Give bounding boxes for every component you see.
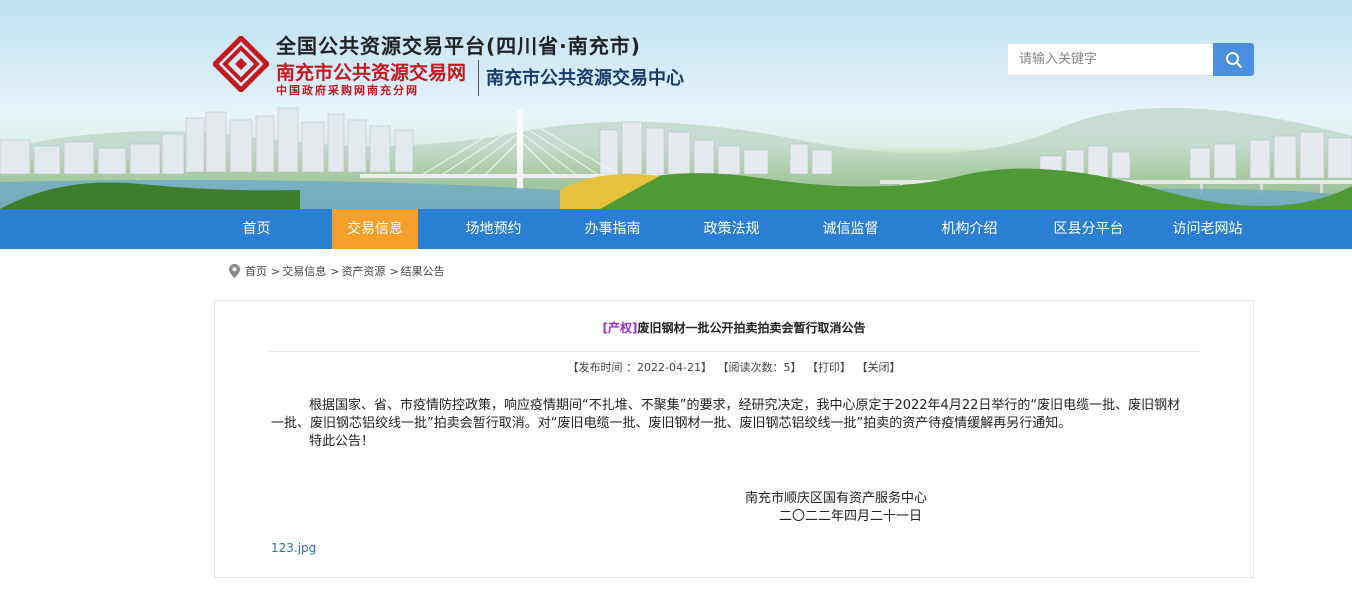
breadcrumb: 首页 > 交易信息 > 资产资源 > 结果公告 — [229, 262, 445, 280]
breadcrumb-home[interactable]: 首页 — [245, 263, 267, 279]
breadcrumb-asset-resources[interactable]: 资产资源 — [341, 263, 385, 279]
breadcrumb-trade-info[interactable]: 交易信息 — [282, 263, 326, 279]
nav-item-venue-booking[interactable]: 场地预约 — [434, 209, 553, 249]
nav-item-policy[interactable]: 政策法规 — [672, 209, 791, 249]
article-title: [产权]废旧钢材一批公开拍卖拍卖会暂行取消公告 — [215, 319, 1253, 336]
article-title-text: 废旧钢材一批公开拍卖拍卖会暂行取消公告 — [637, 321, 866, 335]
breadcrumb-separator: > — [271, 264, 281, 278]
view-count: 【阅读次数：5】 — [717, 361, 802, 374]
nanchong-logo-icon — [213, 36, 269, 92]
breadcrumb-separator: > — [330, 264, 340, 278]
search-input[interactable] — [1007, 43, 1214, 76]
main-nav: 首页 交易信息 场地预约 办事指南 政策法规 诚信监督 机构介绍 区县分平台 访… — [0, 209, 1352, 249]
site-subtitle: 中国政府采购网南充分网 — [276, 84, 419, 97]
nav-item-credit[interactable]: 诚信监督 — [791, 209, 910, 249]
nav-item-trade-info[interactable]: 交易信息 — [332, 209, 418, 249]
breadcrumb-separator: > — [389, 264, 399, 278]
publish-time: 【发布时间 ：2022-04-21】 — [567, 361, 712, 374]
search-icon — [1225, 51, 1242, 68]
article-paragraph: 根据国家、省、市疫情防控政策，响应疫情期间“不扎堆、不聚集”的要求，经研究决定，… — [271, 398, 1181, 431]
logo-divider — [478, 60, 479, 96]
signature-org: 南充市顺庆区国有资产服务中心 — [745, 491, 928, 506]
nav-item-home[interactable]: 首页 — [197, 209, 316, 249]
nav-item-guide[interactable]: 办事指南 — [553, 209, 672, 249]
nav-item-about[interactable]: 机构介绍 — [910, 209, 1029, 249]
location-pin-icon — [229, 264, 240, 278]
nav-item-old-site[interactable]: 访问老网站 — [1148, 209, 1267, 249]
title-divider — [269, 351, 1199, 352]
article-card: [产权]废旧钢材一批公开拍卖拍卖会暂行取消公告 【发布时间 ：2022-04-2… — [214, 300, 1254, 578]
header-banner: 全国公共资源交易平台(四川省·南充市) 南充市公共资源交易网 中国政府采购网南充… — [0, 0, 1352, 209]
article-body: 根据国家、省、市疫情防控政策，响应疫情期间“不扎堆、不聚集”的要求，经研究决定，… — [271, 397, 1191, 451]
search-button[interactable] — [1213, 43, 1254, 76]
breadcrumb-result-notice[interactable]: 结果公告 — [401, 263, 445, 279]
print-link[interactable]: 【打印】 — [807, 361, 851, 374]
nav-item-county-platform[interactable]: 区县分平台 — [1029, 209, 1148, 249]
platform-title: 全国公共资源交易平台(四川省·南充市) — [276, 34, 641, 58]
city-skyline-illustration — [0, 107, 1352, 209]
signature-date: 二〇二二年四月二十一日 — [779, 509, 923, 524]
close-link[interactable]: 【关闭】 — [856, 361, 900, 374]
site-name: 南充市公共资源交易网 — [276, 62, 467, 84]
center-name: 南充市公共资源交易中心 — [486, 68, 684, 89]
article-meta: 【发布时间 ：2022-04-21】 【阅读次数：5】 【打印】 【关闭】 — [215, 359, 1253, 375]
article-paragraph: 特此公告！ — [309, 434, 375, 449]
attachment-link[interactable]: 123.jpg — [271, 541, 316, 555]
article-tag: [产权] — [602, 321, 638, 335]
